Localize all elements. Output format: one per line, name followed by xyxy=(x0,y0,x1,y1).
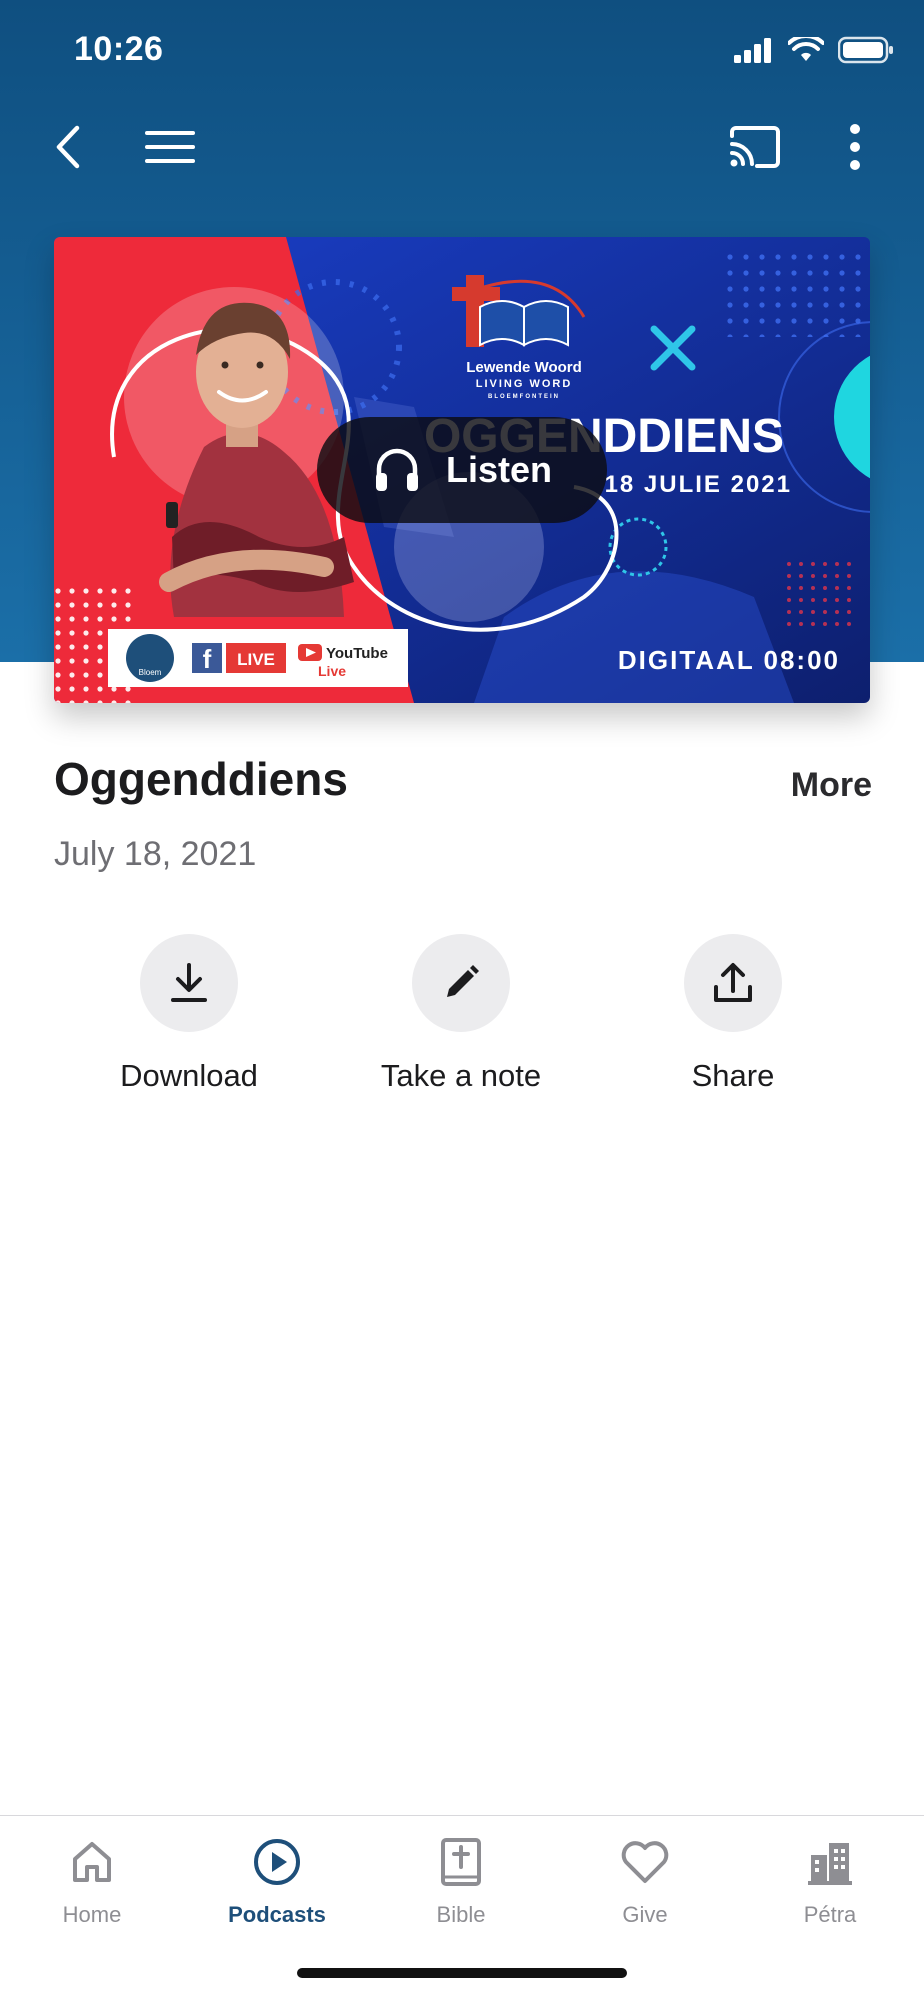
badge-youtube-live: Live xyxy=(318,663,346,679)
download-circle[interactable] xyxy=(140,934,238,1032)
church-city: BLOEMFONTEIN xyxy=(488,394,560,400)
bible-icon xyxy=(441,1838,481,1886)
status-time: 10:26 xyxy=(74,30,164,68)
church-name-en: LIVING WORD xyxy=(476,378,573,390)
tab-give[interactable]: Give xyxy=(570,1834,720,1928)
status-icons xyxy=(734,36,894,64)
take-note-circle[interactable] xyxy=(412,934,510,1032)
take-note-label: Take a note xyxy=(380,1058,542,1093)
episode-date: July 18, 2021 xyxy=(54,835,257,873)
wifi-icon xyxy=(788,37,824,61)
menu-button[interactable] xyxy=(130,112,210,182)
battery-icon xyxy=(838,36,893,64)
tab-bible[interactable]: Bible xyxy=(386,1834,536,1928)
service-date: 18 JULIE 2021 xyxy=(605,471,792,498)
share-icon xyxy=(714,963,752,1002)
headphones-icon xyxy=(375,448,418,491)
svg-text:f: f xyxy=(203,644,212,674)
heart-icon xyxy=(621,1841,669,1883)
tab-bible-label: Bible xyxy=(436,1902,486,1927)
share-label: Share xyxy=(691,1058,775,1093)
take-note-button[interactable]: Take a note xyxy=(341,934,581,1094)
more-button[interactable]: More xyxy=(791,766,872,805)
tab-petra-label: Pétra xyxy=(803,1902,857,1927)
play-circle-icon xyxy=(254,1839,300,1885)
listen-button[interactable]: Listen xyxy=(317,417,607,523)
tab-petra[interactable]: Pétra xyxy=(755,1834,905,1928)
share-circle[interactable] xyxy=(684,934,782,1032)
tab-home-label: Home xyxy=(62,1902,122,1927)
cast-icon xyxy=(730,126,780,168)
tab-podcasts-label: Podcasts xyxy=(228,1902,326,1927)
download-label: Download xyxy=(120,1058,258,1093)
church-name: Lewende Woord xyxy=(466,359,582,376)
service-time: DIGITAAL 08:00 xyxy=(618,645,840,675)
back-button[interactable] xyxy=(40,112,96,182)
hamburger-icon xyxy=(145,131,195,163)
building-icon xyxy=(808,1843,852,1885)
download-icon xyxy=(171,963,207,1002)
download-button[interactable]: Download xyxy=(69,934,309,1094)
cast-button[interactable] xyxy=(720,112,790,182)
badge-bloem: Bloem xyxy=(139,668,162,677)
share-button[interactable]: Share xyxy=(613,934,853,1094)
tab-podcasts[interactable]: Podcasts xyxy=(202,1834,352,1928)
listen-label: Listen xyxy=(445,449,552,490)
tab-give-label: Give xyxy=(622,1902,668,1927)
pencil-icon xyxy=(447,965,479,997)
episode-title: Oggenddiens xyxy=(54,753,348,805)
home-icon xyxy=(73,1842,111,1882)
badge-youtube: YouTube xyxy=(326,645,388,662)
home-indicator xyxy=(297,1968,627,1978)
cellular-signal-icon xyxy=(734,38,771,63)
more-options-button[interactable] xyxy=(830,112,880,182)
badge-live: LIVE xyxy=(237,650,275,669)
status-bar: 10:26 xyxy=(0,0,924,100)
more-vertical-icon xyxy=(850,124,860,170)
tab-home[interactable]: Home xyxy=(17,1834,167,1928)
chevron-left-icon xyxy=(56,125,80,169)
